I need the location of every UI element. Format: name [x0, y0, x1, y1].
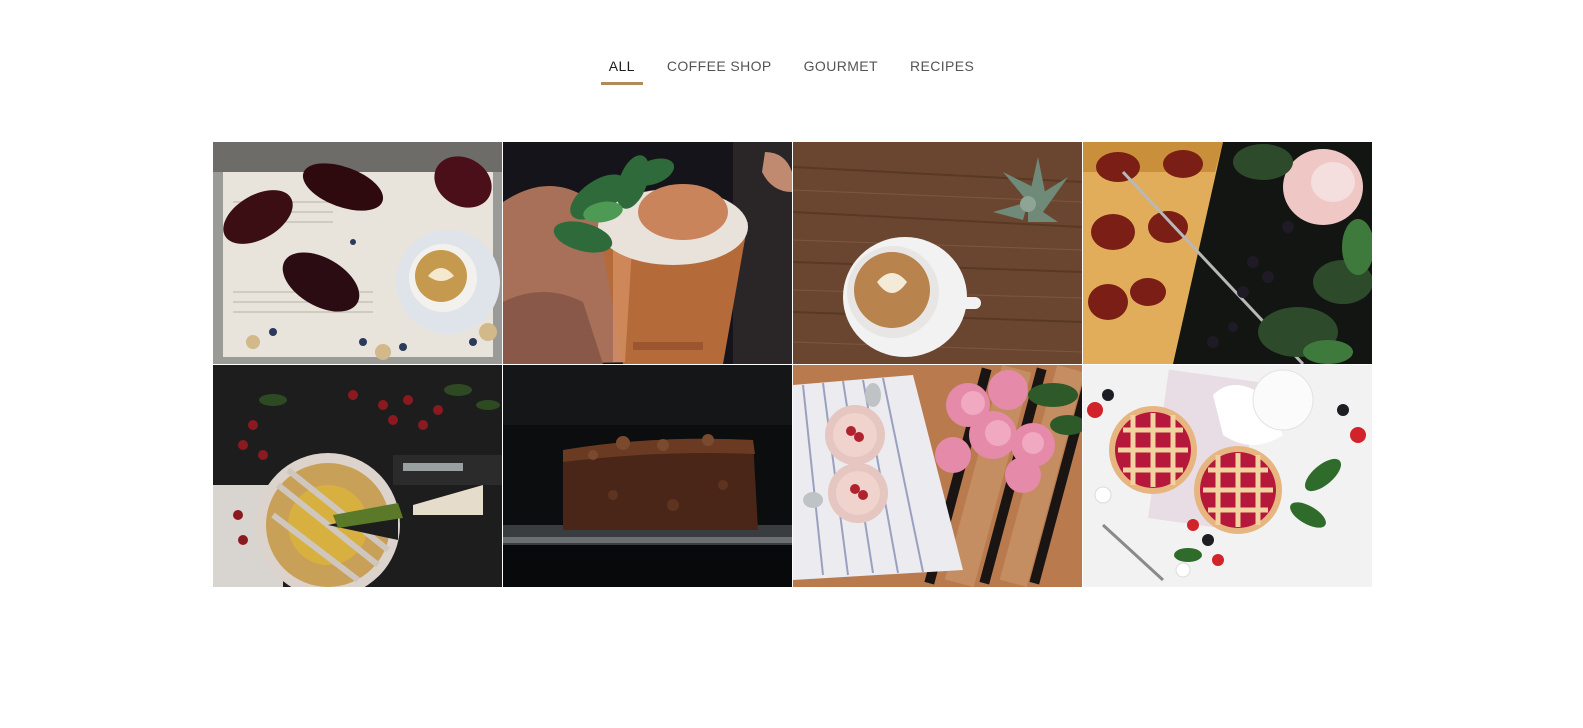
filter-tab-label: COFFEE SHOP: [666, 58, 772, 74]
brownie-slice-photo-icon: [503, 365, 792, 587]
gallery-item-latte-art[interactable]: [793, 142, 1082, 364]
filter-tab-all[interactable]: ALL: [600, 56, 643, 85]
filter-tab-gourmet[interactable]: GOURMET: [796, 56, 886, 85]
filter-tab-label: GOURMET: [803, 58, 878, 74]
filter-tab-recipes[interactable]: RECIPES: [902, 56, 982, 85]
gallery-item-brownie[interactable]: [503, 365, 792, 587]
filter-tab-label: RECIPES: [909, 58, 975, 74]
raspberry-mousse-peonies-photo-icon: [793, 365, 1082, 587]
gallery-item-eclairs-latte[interactable]: [213, 142, 502, 364]
plum-tart-blackberries-photo-icon: [1083, 142, 1372, 364]
portfolio-filter-nav: ALL COFFEE SHOP GOURMET RECIPES: [0, 56, 1583, 85]
berry-tart-currants-photo-icon: [213, 365, 502, 587]
eclairs-latte-photo-icon: [213, 142, 502, 364]
filter-tab-label: ALL: [608, 58, 635, 74]
gallery-item-lattice-pies[interactable]: [1083, 365, 1372, 587]
filter-tab-coffee-shop[interactable]: COFFEE SHOP: [659, 56, 780, 85]
mint-drink-copper-cup-photo-icon: [503, 142, 792, 364]
lattice-berry-pies-photo-icon: [1083, 365, 1372, 587]
gallery-item-raspberry-mousse[interactable]: [793, 365, 1082, 587]
gallery-item-berry-tart[interactable]: [213, 365, 502, 587]
gallery-item-plum-tart[interactable]: [1083, 142, 1372, 364]
gallery-item-mint-drink[interactable]: [503, 142, 792, 364]
gallery-grid: [213, 142, 1373, 588]
latte-art-succulent-photo-icon: [793, 142, 1082, 364]
active-tab-underline: [600, 82, 643, 85]
